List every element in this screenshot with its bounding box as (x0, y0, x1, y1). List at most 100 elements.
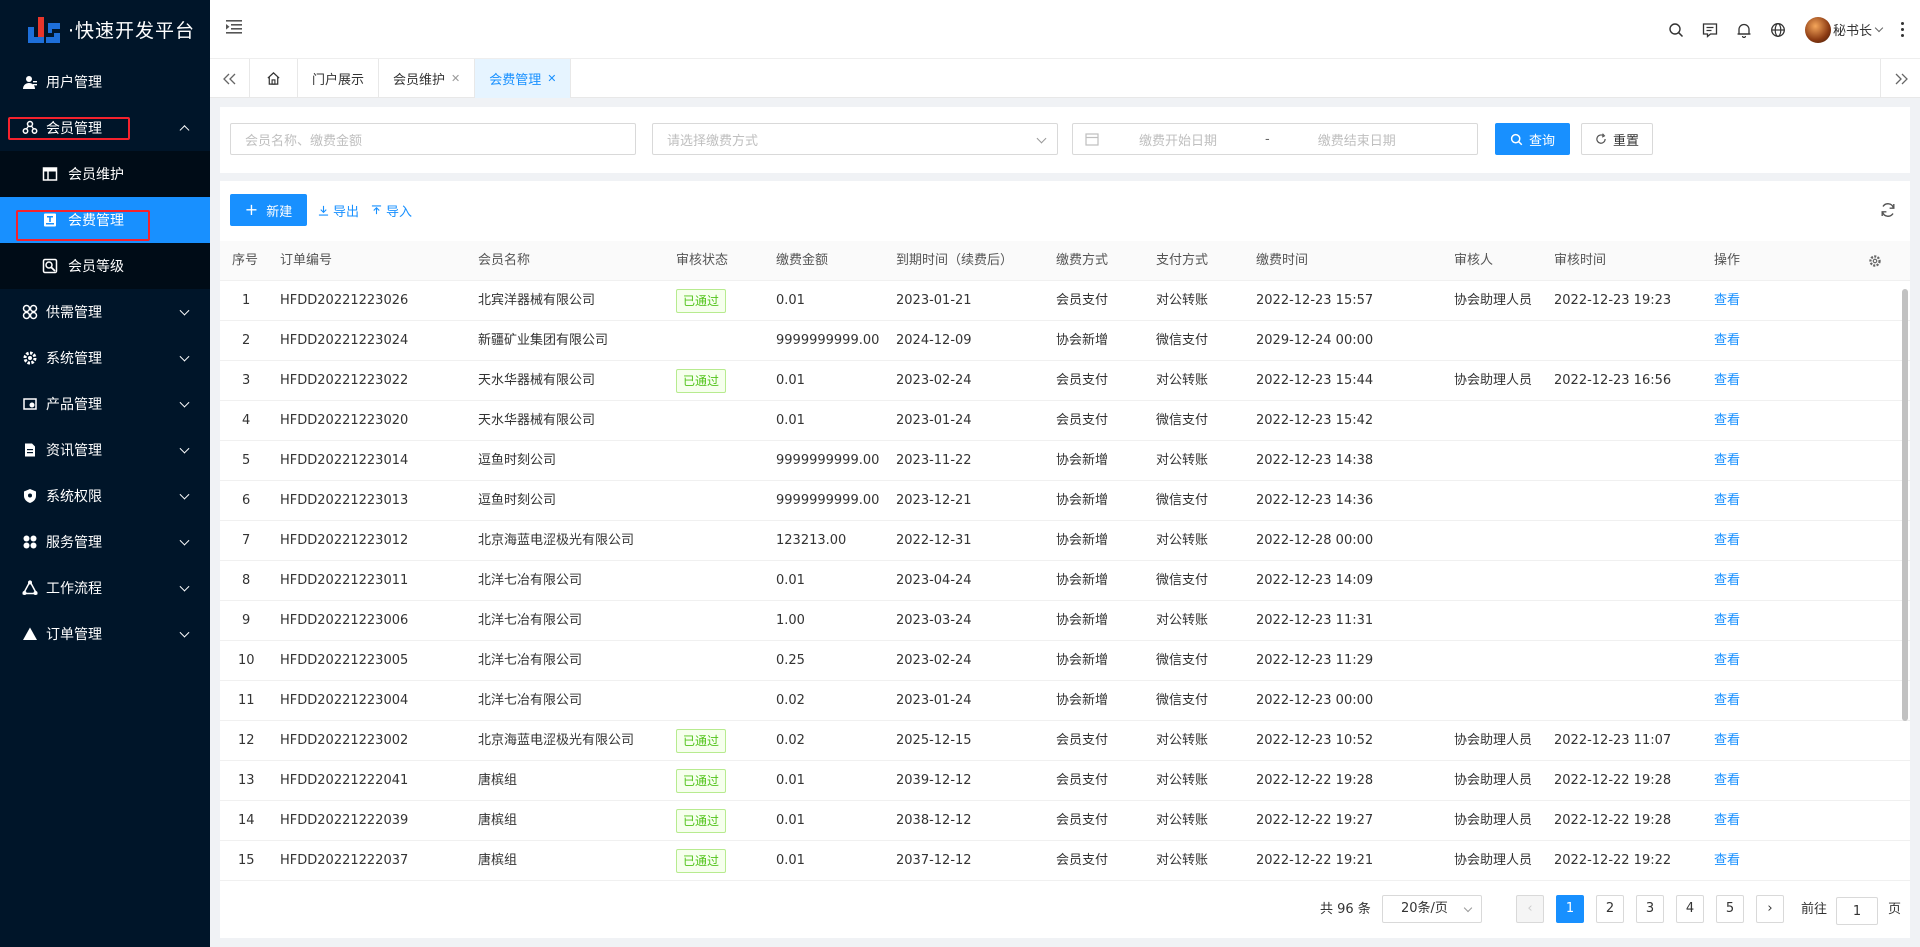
chevron-down-icon (179, 351, 190, 362)
table-cell: 2022-12-22 19:22 (1554, 853, 1672, 868)
table-cell: HFDD20221222041 (280, 773, 409, 788)
table-cell: 1.00 (776, 613, 805, 628)
payment-method-select[interactable]: 请选择缴费方式 (652, 123, 1058, 155)
menu-fold-icon[interactable] (226, 20, 242, 34)
page-size-value: 20条/页 (1401, 901, 1448, 916)
sidebar-item-services[interactable]: 服务管理 (0, 519, 210, 565)
grid-icon (22, 304, 38, 320)
view-link[interactable]: 查看 (1714, 773, 1740, 788)
reset-button[interactable]: 重置 (1581, 123, 1653, 155)
more-vertical-icon[interactable] (1892, 22, 1912, 37)
view-link[interactable]: 查看 (1714, 533, 1740, 548)
sidebar-item-member-fee[interactable]: 会费管理 (0, 197, 210, 243)
column-header: 缴费金额 (776, 253, 829, 268)
table-scrollbar[interactable] (1902, 289, 1908, 721)
sidebar-item-news[interactable]: 资讯管理 (0, 427, 210, 473)
globe-icon[interactable] (1761, 13, 1795, 47)
tab-portal[interactable]: 门户展示 (298, 59, 380, 98)
sidebar-item-members[interactable]: 会员管理 (0, 105, 210, 151)
view-link[interactable]: 查看 (1714, 333, 1740, 348)
new-label: 新建 (266, 204, 293, 220)
user-name[interactable]: 秘书长 (1833, 20, 1872, 39)
export-button[interactable]: 导出 (318, 201, 359, 220)
view-link[interactable]: 查看 (1714, 853, 1740, 868)
goto-page-input[interactable] (1836, 897, 1878, 925)
table-cell: 0.01 (776, 373, 805, 388)
close-icon[interactable]: ✕ (547, 72, 556, 85)
tab-home[interactable] (250, 59, 298, 98)
sidebar-item-label: 系统管理 (46, 351, 102, 367)
table-cell: 2023-01-24 (896, 413, 972, 428)
start-date-placeholder[interactable]: 缴费开始日期 (1139, 130, 1217, 149)
tabs-scroll-left-icon[interactable] (210, 59, 250, 98)
view-link[interactable]: 查看 (1714, 693, 1740, 708)
page-button[interactable]: 2 (1596, 895, 1624, 923)
tab-member-maintain[interactable]: 会员维护 ✕ (379, 59, 476, 98)
column-settings-icon[interactable] (1868, 241, 1882, 281)
view-link[interactable]: 查看 (1714, 373, 1740, 388)
new-button[interactable]: + 新建 (230, 194, 307, 226)
sidebar-item-workflow[interactable]: 工作流程 (0, 565, 210, 611)
members-submenu: 会员维护 会费管理 会员等级 (0, 151, 210, 289)
sidebar-item-system[interactable]: 系统管理 (0, 335, 210, 381)
tab-member-fee[interactable]: 会费管理 ✕ (475, 59, 572, 98)
sidebar-item-label: 系统权限 (46, 489, 102, 505)
table-cell: 查看 (1714, 681, 1740, 721)
table-row: 14 HFDD20221222039 唐槟组 已通过 0.01 2038-12-12 会员支… (220, 801, 1910, 841)
table-cell: 0.25 (776, 653, 805, 668)
next-page-icon[interactable]: › (1756, 895, 1784, 923)
view-link[interactable]: 查看 (1714, 573, 1740, 588)
column-header: 到期时间（续费后） (896, 253, 1014, 268)
view-link[interactable]: 查看 (1714, 493, 1740, 508)
table-cell: 0.01 (776, 853, 805, 868)
view-link[interactable]: 查看 (1714, 733, 1740, 748)
view-link[interactable]: 查看 (1714, 293, 1740, 308)
avatar[interactable] (1804, 16, 1831, 43)
page-button[interactable]: 1 (1556, 895, 1584, 923)
table-cell: 11 (238, 693, 255, 708)
view-link[interactable]: 查看 (1714, 653, 1740, 668)
date-range-picker[interactable]: 缴费开始日期 - 缴费结束日期 (1072, 123, 1478, 155)
table-cell: 查看 (1714, 841, 1740, 881)
view-link[interactable]: 查看 (1714, 453, 1740, 468)
sidebar-item-supply-demand[interactable]: 供需管理 (0, 289, 210, 335)
tab-label: 会费管理 (489, 73, 542, 88)
sidebar-item-orders[interactable]: 订单管理 (0, 611, 210, 657)
import-button[interactable]: 导入 (371, 201, 412, 220)
prev-page-icon[interactable]: ‹ (1516, 895, 1544, 923)
chevron-down-icon[interactable] (1874, 23, 1884, 32)
table-cell: HFDD20221223026 (280, 293, 409, 308)
bell-icon[interactable] (1727, 13, 1761, 47)
end-date-placeholder[interactable]: 缴费结束日期 (1318, 130, 1396, 149)
page-button[interactable]: 3 (1636, 895, 1664, 923)
sidebar-item-member-level[interactable]: 会员等级 (0, 243, 210, 289)
sidebar-item-member-maintain[interactable]: 会员维护 (0, 151, 210, 197)
page-button[interactable]: 5 (1716, 895, 1744, 923)
table-cell: 2025-12-15 (896, 733, 972, 748)
query-button[interactable]: 查询 (1495, 123, 1570, 155)
chevron-down-icon (1036, 133, 1047, 144)
table-cell: 已通过 (676, 281, 727, 321)
member-search-input[interactable]: 会员名称、缴费金额 (230, 123, 636, 155)
view-link[interactable]: 查看 (1714, 413, 1740, 428)
close-icon[interactable]: ✕ (451, 72, 460, 85)
table-cell: 2022-12-23 15:42 (1256, 413, 1374, 428)
gear-icon (22, 350, 38, 366)
refresh-icon[interactable] (1880, 202, 1896, 218)
page-size-select[interactable]: 20条/页 (1382, 895, 1482, 923)
table-cell: 会员支付 (1056, 773, 1109, 788)
page-button[interactable]: 4 (1676, 895, 1704, 923)
sidebar-item-permissions[interactable]: 系统权限 (0, 473, 210, 519)
table-cell: 逗鱼时刻公司 (478, 453, 557, 468)
message-icon[interactable] (1693, 13, 1727, 47)
table-cell: 查看 (1714, 801, 1740, 841)
table-cell: 查看 (1714, 521, 1740, 561)
search-icon[interactable] (1659, 13, 1693, 47)
sidebar-item-products[interactable]: 产品管理 (0, 381, 210, 427)
tabs-scroll-right-icon[interactable] (1880, 59, 1920, 98)
table-cell: 0.01 (776, 813, 805, 828)
view-link[interactable]: 查看 (1714, 613, 1740, 628)
sidebar-item-users[interactable]: 用户管理 (0, 59, 210, 105)
table-cell: 13 (238, 773, 255, 788)
view-link[interactable]: 查看 (1714, 813, 1740, 828)
